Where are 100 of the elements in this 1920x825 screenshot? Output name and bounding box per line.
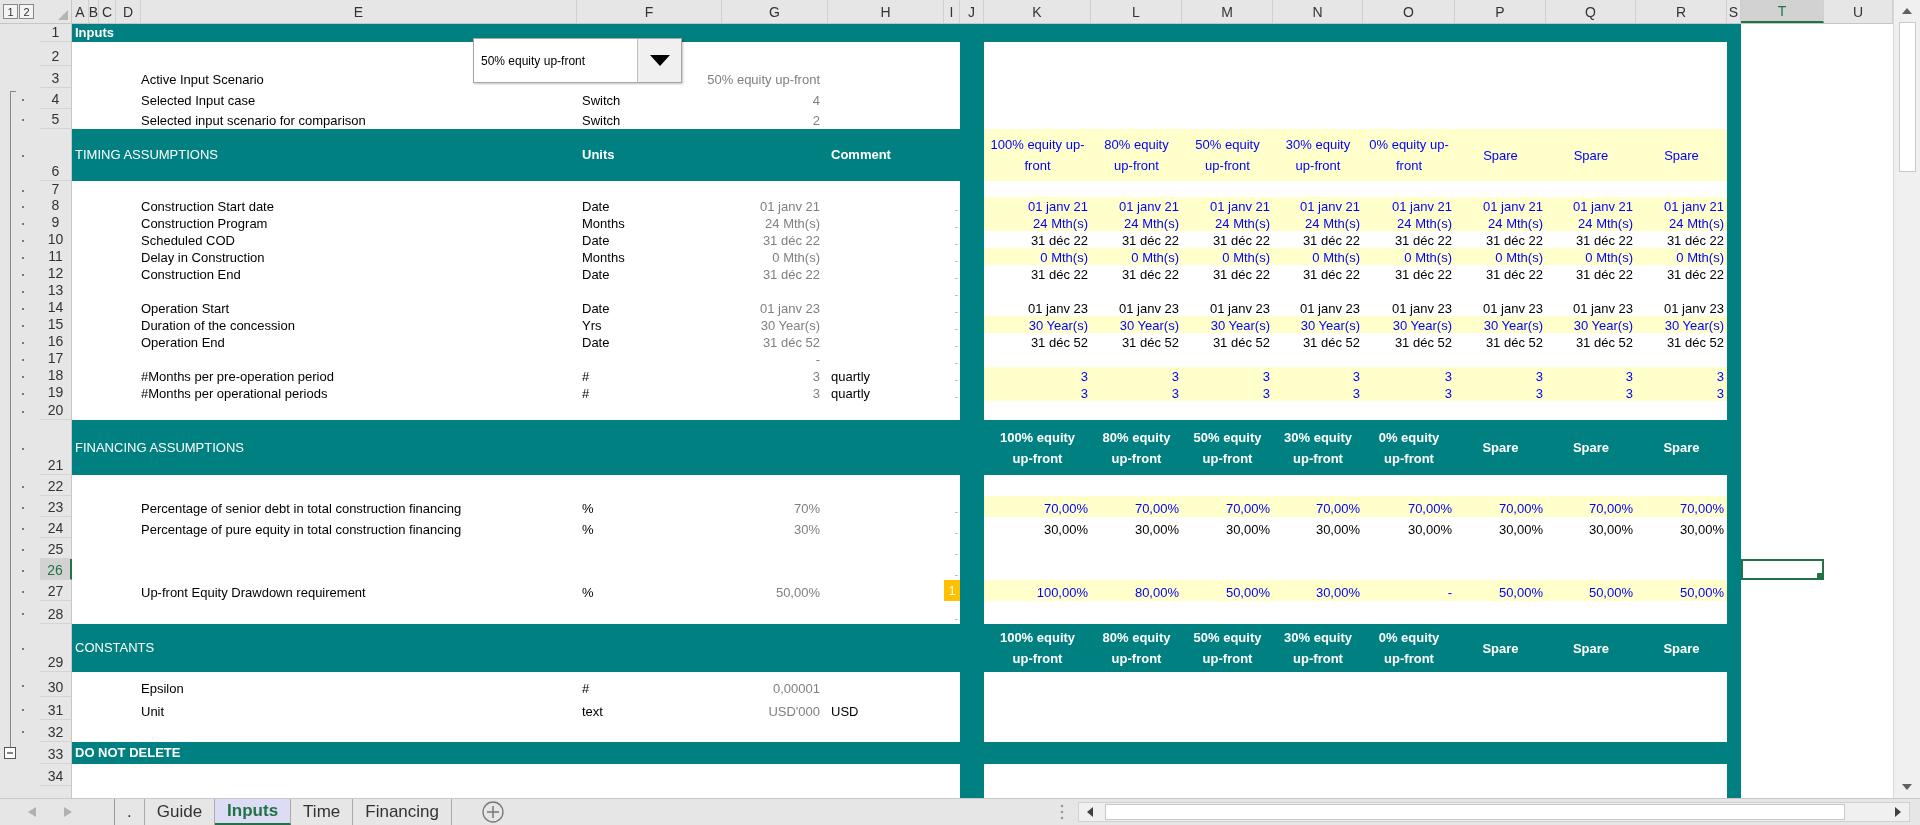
row-header[interactable]: 29 xyxy=(40,624,72,672)
flag-text: - xyxy=(954,356,959,368)
scroll-left-icon[interactable] xyxy=(1087,807,1093,817)
row-header[interactable]: 15 xyxy=(40,316,72,334)
column-header[interactable]: D xyxy=(116,0,141,23)
column-header[interactable]: F xyxy=(577,0,722,23)
previous-sheet-icon[interactable] xyxy=(28,807,36,817)
case-value: 0 Mth(s) xyxy=(1312,250,1360,265)
column-header[interactable]: C xyxy=(99,0,116,23)
column-header[interactable]: A xyxy=(72,0,89,23)
outline-level-button[interactable]: 1 xyxy=(3,4,18,19)
row-header[interactable]: 20 xyxy=(40,401,72,420)
row-header[interactable]: 31 xyxy=(40,697,72,720)
row-label: Construction Program xyxy=(141,216,268,231)
horizontal-scrollbar[interactable] xyxy=(1078,802,1910,822)
row-header[interactable]: 10 xyxy=(40,231,72,249)
value-cell: 01 janv 23 xyxy=(760,301,820,316)
case-header: Spare xyxy=(1663,639,1700,658)
row-header[interactable]: 28 xyxy=(40,601,72,624)
case-value: 01 janv 23 xyxy=(1300,301,1360,316)
case-header: 30% equity up-front xyxy=(1283,629,1353,668)
row-header[interactable]: 13 xyxy=(40,282,72,300)
case-value: 24 Mth(s) xyxy=(1305,216,1360,231)
splitter-handle-icon[interactable] xyxy=(1060,804,1064,820)
row-header[interactable]: 11 xyxy=(40,248,72,266)
row-header[interactable]: 26 xyxy=(40,559,72,580)
row-header[interactable]: 18 xyxy=(40,367,72,385)
column-header[interactable]: L xyxy=(1091,0,1182,23)
case-value: 0 Mth(s) xyxy=(1131,250,1179,265)
row-header[interactable]: 24 xyxy=(40,517,72,538)
row-header[interactable]: 9 xyxy=(40,214,72,232)
column-header[interactable]: H xyxy=(828,0,944,23)
row-header[interactable]: 16 xyxy=(40,333,72,351)
row-header[interactable]: 27 xyxy=(40,580,72,601)
add-sheet-icon[interactable] xyxy=(482,801,504,823)
case-value: 01 janv 23 xyxy=(1664,301,1724,316)
unit-cell: Months xyxy=(582,250,625,265)
row-header[interactable]: 19 xyxy=(40,384,72,402)
row-header[interactable]: 30 xyxy=(40,672,72,697)
row-header[interactable]: 33 xyxy=(40,742,72,764)
case-value: 70,00% xyxy=(1043,501,1088,516)
column-header[interactable]: I xyxy=(944,0,960,23)
column-header[interactable]: T xyxy=(1741,0,1824,23)
row-header[interactable]: 17 xyxy=(40,350,72,368)
row-header[interactable]: 22 xyxy=(40,475,72,496)
selected-cell[interactable] xyxy=(1741,559,1824,580)
scroll-up-icon[interactable] xyxy=(1902,8,1912,14)
column-header[interactable]: M xyxy=(1182,0,1273,23)
column-header[interactable]: R xyxy=(1636,0,1727,23)
scenario-dropdown[interactable]: 50% equity up-front xyxy=(473,38,682,83)
scrollbar-thumb[interactable] xyxy=(1105,804,1845,820)
column-header[interactable]: E xyxy=(141,0,577,23)
row-header[interactable]: 14 xyxy=(40,299,72,317)
column-header[interactable]: N xyxy=(1273,0,1363,23)
sheet-tab[interactable]: Time xyxy=(291,799,354,825)
case-value: 3 xyxy=(1352,369,1360,384)
column-header[interactable]: G xyxy=(722,0,828,23)
next-sheet-icon[interactable] xyxy=(64,807,72,817)
case-value: 31 déc 22 xyxy=(1302,233,1360,248)
case-value: 01 janv 23 xyxy=(1483,301,1543,316)
row-header[interactable]: 34 xyxy=(40,764,72,786)
section-title: Inputs xyxy=(75,25,114,40)
row-header[interactable]: 6 xyxy=(40,129,72,181)
select-all-icon[interactable] xyxy=(58,10,68,20)
row-label: Construction End xyxy=(141,267,241,282)
vertical-scrollbar[interactable] xyxy=(1893,0,1920,798)
column-header[interactable]: O xyxy=(1363,0,1455,23)
row-header[interactable]: 12 xyxy=(40,265,72,283)
column-header[interactable]: K xyxy=(984,0,1091,23)
value-cell: 3 xyxy=(812,369,820,384)
scroll-down-icon[interactable] xyxy=(1902,784,1912,790)
sheet-tab[interactable]: Inputs xyxy=(215,799,292,825)
sheet-tab[interactable]: . xyxy=(115,799,145,825)
column-header[interactable]: P xyxy=(1455,0,1546,23)
case-header: Spare xyxy=(1482,639,1519,658)
row-header[interactable]: 1 xyxy=(40,24,72,42)
outline-level-button[interactable]: 2 xyxy=(19,4,34,19)
row-header[interactable]: 8 xyxy=(40,197,72,215)
case-header: Spare xyxy=(1664,146,1699,165)
case-value: 30 Year(s) xyxy=(1119,318,1179,333)
column-header[interactable]: J xyxy=(960,0,984,23)
collapse-button[interactable] xyxy=(4,747,16,759)
dropdown-button[interactable] xyxy=(637,39,681,82)
case-value: 24 Mth(s) xyxy=(1578,216,1633,231)
row-header[interactable]: 25 xyxy=(40,538,72,559)
row-header[interactable]: 2 xyxy=(40,42,72,66)
row-header[interactable]: 32 xyxy=(40,720,72,742)
sheet-tab[interactable]: Financing xyxy=(353,799,452,825)
row-header[interactable]: 21 xyxy=(40,420,72,475)
row-header[interactable]: 5 xyxy=(40,109,72,129)
case-value: 31 déc 52 xyxy=(1302,335,1360,350)
column-header[interactable]: B xyxy=(89,0,99,23)
scroll-right-icon[interactable] xyxy=(1895,807,1901,817)
row-header[interactable]: 4 xyxy=(40,88,72,109)
column-header[interactable]: Q xyxy=(1546,0,1636,23)
scrollbar-thumb[interactable] xyxy=(1898,22,1916,172)
row-header[interactable]: 3 xyxy=(40,66,72,88)
section-title: CONSTANTS xyxy=(75,640,155,655)
row-header[interactable]: 23 xyxy=(40,496,72,517)
case-header: Spare xyxy=(1572,439,1610,457)
